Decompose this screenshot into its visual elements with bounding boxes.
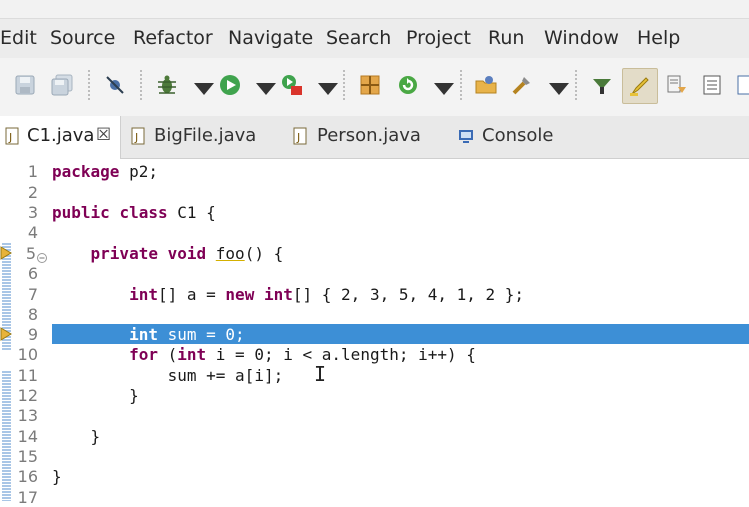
toggle-mark-occurrences-icon[interactable] (590, 73, 614, 97)
tab-c1-java[interactable]: J C1.java ☒ (0, 116, 121, 159)
line-number: 1 (27, 162, 38, 181)
occurrence-marker-icon[interactable] (0, 326, 12, 341)
toolbar-separator (460, 70, 462, 100)
fold-collapse-icon[interactable] (37, 248, 47, 263)
code-line[interactable]: sum += a[i]; (52, 366, 284, 386)
save-all-icon[interactable] (50, 73, 74, 97)
menu-project[interactable]: Project (406, 27, 471, 49)
code-line[interactable]: } (52, 386, 139, 406)
code-line[interactable]: private void foo() { (52, 244, 284, 264)
line-number: 15 (17, 447, 38, 466)
menu-search[interactable]: Search (326, 27, 391, 49)
toolbar-separator (575, 70, 577, 100)
line-number: 6 (27, 264, 38, 283)
line-number: 16 (17, 467, 38, 486)
menu-bar: Edit Source Refactor Navigate Search Pro… (0, 18, 749, 59)
line-number: 8 (27, 305, 38, 324)
svg-text:J: J (296, 131, 300, 144)
line-number: 4 (27, 223, 38, 242)
code-line[interactable]: int[] a = new int[] { 2, 3, 5, 4, 1, 2 }… (52, 285, 524, 305)
code-line[interactable]: } (52, 467, 62, 487)
menu-help[interactable]: Help (637, 27, 680, 49)
menu-refactor[interactable]: Refactor (133, 27, 213, 49)
chevron-down-icon[interactable] (432, 77, 454, 101)
toolbar-separator (140, 70, 142, 100)
menu-navigate[interactable]: Navigate (228, 27, 313, 49)
tools-icon[interactable] (510, 73, 534, 97)
java-file-icon: J (293, 127, 307, 145)
chevron-down-icon[interactable] (316, 77, 338, 101)
tab-bigfile-java[interactable]: J BigFile.java (128, 116, 268, 158)
line-number: 2 (27, 183, 38, 202)
console-view-icon[interactable] (700, 73, 724, 97)
line-number: 10 (17, 345, 38, 364)
refresh-icon[interactable] (396, 73, 420, 97)
code-line[interactable]: public class C1 { (52, 203, 216, 223)
tab-label: Person.java (317, 125, 421, 146)
tab-label: Console (482, 125, 554, 146)
skip-breakpoints-icon[interactable] (103, 73, 127, 97)
chevron-down-icon[interactable] (547, 77, 569, 101)
overflow-icon[interactable] (736, 73, 749, 97)
toolbar-separator (88, 70, 90, 100)
save-icon[interactable] (13, 73, 37, 97)
text-cursor: I (314, 362, 327, 386)
console-icon (458, 128, 474, 144)
main-toolbar (0, 58, 749, 117)
history-icon[interactable] (664, 73, 688, 97)
run-icon[interactable] (218, 73, 242, 97)
tab-label: BigFile.java (154, 125, 257, 146)
open-type-icon[interactable] (474, 73, 498, 97)
highlight-icon[interactable] (622, 68, 658, 104)
line-number: 9 (27, 325, 38, 344)
code-line[interactable]: } (52, 427, 101, 447)
window-top-strip (0, 0, 749, 18)
svg-text:J: J (8, 131, 12, 144)
code-line[interactable]: package p2; (52, 162, 158, 182)
toolbar-separator (343, 70, 345, 100)
code-line[interactable]: int sum = 0; (52, 325, 245, 345)
tab-label: C1.java (27, 125, 95, 146)
line-number: 7 (27, 285, 38, 304)
line-number: 12 (17, 386, 38, 405)
chevron-down-icon[interactable] (254, 77, 276, 101)
line-number: 14 (17, 427, 38, 446)
editor-tab-bar: J C1.java ☒ J BigFile.java J Person.java… (0, 116, 749, 159)
debug-icon[interactable] (155, 73, 179, 97)
line-number: 3 (27, 203, 38, 222)
svg-text:J: J (134, 131, 138, 144)
line-number: 11 (17, 366, 38, 385)
menu-source[interactable]: Source (50, 27, 115, 49)
line-number: 13 (17, 406, 38, 425)
java-file-icon: J (131, 127, 145, 145)
menu-run[interactable]: Run (488, 27, 524, 49)
menu-edit[interactable]: Edit (0, 27, 37, 49)
change-ruler (2, 371, 11, 501)
code-line[interactable]: for (int i = 0; i < a.length; i++) { (52, 345, 476, 365)
code-editor[interactable]: 1 2 3 4 5 6 7 8 9 10 11 12 13 14 15 16 1… (0, 159, 749, 507)
tab-console[interactable]: Console (456, 116, 576, 158)
new-class-icon[interactable] (358, 73, 382, 97)
line-number: 5 (25, 244, 36, 263)
java-file-icon: J (5, 127, 19, 145)
line-number: 17 (17, 488, 38, 507)
chevron-down-icon[interactable] (192, 77, 214, 101)
tab-person-java[interactable]: J Person.java (293, 116, 433, 158)
close-icon[interactable]: ☒ (96, 125, 111, 145)
run-configurations-icon[interactable] (280, 73, 304, 97)
menu-window[interactable]: Window (544, 27, 619, 49)
